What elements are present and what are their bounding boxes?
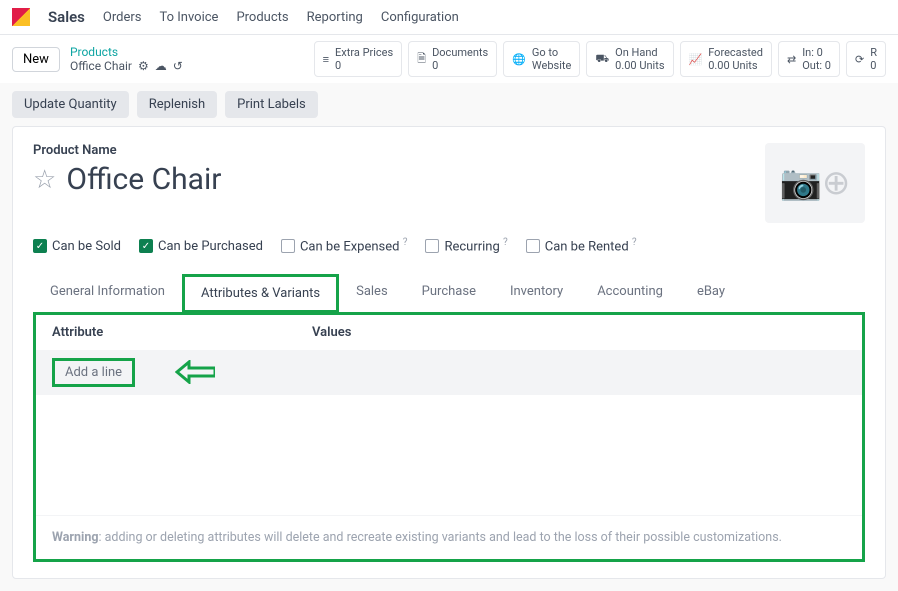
- gear-icon[interactable]: ⚙: [138, 59, 149, 73]
- checkbox-icon: [281, 239, 295, 253]
- checkbox-checked-icon: ✓: [139, 239, 153, 253]
- checkbox-icon: [425, 239, 439, 253]
- tab-attributes-variants[interactable]: Attributes & Variants: [182, 274, 339, 313]
- stat-refresh[interactable]: ⟳ R0: [846, 41, 886, 77]
- product-flags: ✓Can be Sold ✓Can be Purchased Can be Ex…: [33, 237, 865, 254]
- camera-plus-icon: 📷⊕: [780, 163, 851, 203]
- boxes-icon: ⛟: [595, 52, 609, 67]
- product-image-placeholder[interactable]: 📷⊕: [765, 143, 865, 223]
- cloud-icon[interactable]: ☁: [155, 59, 167, 73]
- col-attribute: Attribute: [52, 325, 312, 340]
- chart-icon: 📈: [689, 53, 703, 66]
- print-labels-button[interactable]: Print Labels: [225, 91, 318, 118]
- product-form: Product Name ☆ Office Chair 📷⊕ ✓Can be S…: [12, 126, 886, 578]
- check-recurring[interactable]: Recurring ?: [425, 237, 507, 254]
- tab-sales[interactable]: Sales: [339, 274, 405, 313]
- add-a-line-button[interactable]: Add a line: [52, 358, 135, 387]
- attributes-add-row: Add a line: [36, 350, 862, 395]
- tab-ebay[interactable]: eBay: [680, 274, 742, 313]
- tab-inventory[interactable]: Inventory: [493, 274, 580, 313]
- nav-configuration[interactable]: Configuration: [381, 10, 459, 25]
- breadcrumb-parent[interactable]: Products: [70, 45, 183, 59]
- attributes-tab-content: Attribute Values Add a line Warning: add…: [33, 312, 865, 562]
- update-quantity-button[interactable]: Update Quantity: [12, 91, 129, 118]
- col-values: Values: [312, 325, 351, 340]
- check-can-be-sold[interactable]: ✓Can be Sold: [33, 239, 121, 254]
- nav-reporting[interactable]: Reporting: [307, 10, 363, 25]
- warning-note: Warning: adding or deleting attributes w…: [36, 515, 862, 559]
- checkbox-icon: [526, 239, 540, 253]
- product-title[interactable]: Office Chair: [66, 162, 221, 197]
- check-can-be-rented[interactable]: Can be Rented ?: [526, 237, 637, 254]
- product-name-label: Product Name: [33, 143, 765, 158]
- check-can-be-expensed[interactable]: Can be Expensed ?: [281, 237, 407, 254]
- refresh-icon: ⟳: [855, 53, 864, 66]
- sub-bar: New Products Office Chair ⚙ ☁ ↺ ≡ Extra …: [0, 35, 898, 83]
- tab-accounting[interactable]: Accounting: [580, 274, 680, 313]
- nav-to-invoice[interactable]: To Invoice: [159, 10, 218, 25]
- list-icon: ≡: [323, 53, 329, 66]
- action-bar: Update Quantity Replenish Print Labels: [0, 83, 898, 126]
- checkbox-checked-icon: ✓: [33, 239, 47, 253]
- nav-products[interactable]: Products: [236, 10, 288, 25]
- form-tabs: General Information Attributes & Variant…: [33, 273, 865, 313]
- breadcrumb: Products Office Chair ⚙ ☁ ↺: [70, 45, 183, 73]
- swap-icon: ⇄: [787, 53, 796, 66]
- stat-extra-prices[interactable]: ≡ Extra Prices0: [314, 41, 403, 77]
- globe-icon: 🌐: [512, 53, 526, 66]
- tab-general-information[interactable]: General Information: [33, 274, 182, 313]
- stat-forecasted[interactable]: 📈 Forecasted0.00 Units: [680, 41, 772, 77]
- stat-in-out[interactable]: ⇄ In: 0Out: 0: [778, 41, 840, 77]
- tab-purchase[interactable]: Purchase: [405, 274, 493, 313]
- top-nav: Sales Orders To Invoice Products Reporti…: [0, 0, 898, 35]
- stat-goto-website[interactable]: 🌐 Go toWebsite: [503, 41, 580, 77]
- check-can-be-purchased[interactable]: ✓Can be Purchased: [139, 239, 263, 254]
- nav-orders[interactable]: Orders: [103, 10, 142, 25]
- attributes-table-header: Attribute Values: [36, 315, 862, 350]
- replenish-button[interactable]: Replenish: [137, 91, 217, 118]
- help-icon[interactable]: ?: [632, 237, 637, 248]
- stat-on-hand[interactable]: ⛟ On Hand0.00 Units: [586, 41, 673, 77]
- stat-bar: ≡ Extra Prices0 🗎 Documents0 🌐 Go toWebs…: [314, 41, 886, 77]
- undo-icon[interactable]: ↺: [173, 59, 183, 73]
- help-icon[interactable]: ?: [503, 237, 508, 248]
- favorite-star-icon[interactable]: ☆: [33, 165, 56, 195]
- help-icon[interactable]: ?: [403, 237, 408, 248]
- stat-documents[interactable]: 🗎 Documents0: [408, 41, 497, 77]
- attributes-table-body: [36, 395, 862, 515]
- breadcrumb-current: Office Chair: [70, 59, 132, 73]
- new-button[interactable]: New: [12, 47, 60, 72]
- app-logo: [12, 8, 30, 26]
- nav-main-module[interactable]: Sales: [48, 8, 85, 26]
- arrow-left-icon: [175, 360, 215, 384]
- document-icon: 🗎: [417, 50, 426, 69]
